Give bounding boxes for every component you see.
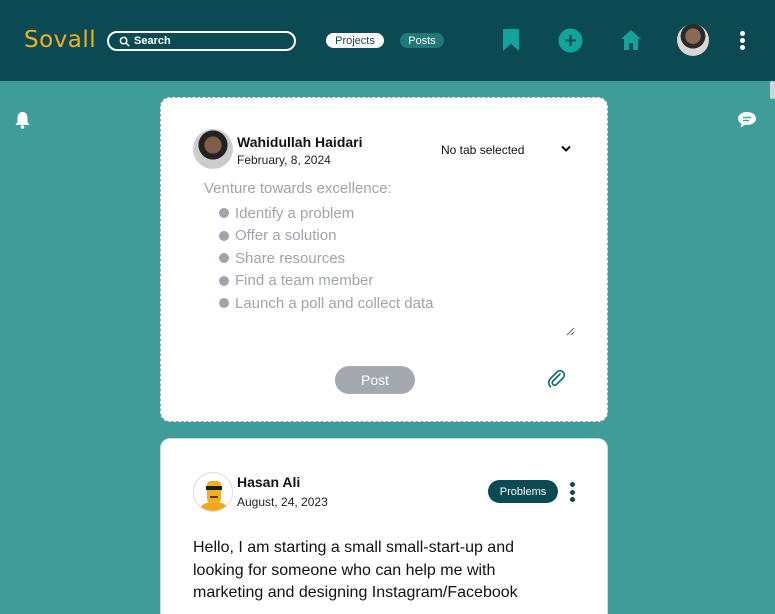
paperclip-icon[interactable]: [547, 369, 567, 389]
search-icon: [119, 36, 130, 47]
post-button[interactable]: Post: [335, 366, 415, 394]
search-input[interactable]: Search: [107, 31, 296, 51]
placeholder-item: Offer a solution: [219, 225, 576, 248]
post-composer: Wahidullah Haidari February, 8, 2024 No …: [160, 97, 608, 422]
more-vertical-icon[interactable]: [740, 31, 746, 52]
chat-icon[interactable]: [737, 111, 757, 129]
post-more-icon[interactable]: [570, 482, 575, 505]
search-placeholder: Search: [134, 35, 171, 47]
composer-author-avatar: [193, 129, 233, 169]
bell-icon[interactable]: [14, 111, 31, 129]
category-badge[interactable]: Problems: [488, 480, 558, 503]
placeholder-item: Share resources: [219, 247, 576, 270]
post-author-avatar: [193, 472, 233, 512]
placeholder-item: Launch a poll and collect data: [219, 292, 576, 315]
composer-author-name: Wahidullah Haidari: [237, 134, 363, 150]
home-icon[interactable]: [620, 29, 642, 51]
placeholder-list: Identify a problem Offer a solution Shar…: [204, 202, 576, 315]
textarea-placeholder-intro: Venture towards excellence:: [204, 180, 392, 197]
tab-posts[interactable]: Posts: [400, 33, 444, 48]
chevron-down-icon[interactable]: [561, 145, 571, 153]
placeholder-item: Find a team member: [219, 270, 576, 293]
composer-date: February, 8, 2024: [237, 153, 331, 167]
post-date: August, 24, 2023: [237, 495, 328, 509]
plus-circle-icon[interactable]: [558, 28, 583, 53]
post-textarea[interactable]: Venture towards excellence: Identify a p…: [204, 180, 576, 338]
user-avatar[interactable]: [677, 24, 709, 56]
placeholder-item: Identify a problem: [219, 202, 576, 225]
bookmark-icon[interactable]: [502, 28, 520, 52]
tab-select[interactable]: No tab selected: [441, 143, 524, 157]
post-body: Hello, I am starting a small small-start…: [193, 539, 518, 601]
post-author-name: Hasan Ali: [237, 474, 301, 490]
app-logo[interactable]: Sovall: [24, 27, 96, 53]
page-scrollbar[interactable]: [770, 81, 775, 614]
tab-projects[interactable]: Projects: [326, 33, 384, 48]
feed-post: Hasan Ali August, 24, 2023 Problems Hell…: [160, 438, 608, 614]
resize-handle-icon[interactable]: [566, 327, 575, 336]
top-nav-bar: Sovall Search Projects Posts: [0, 0, 775, 81]
